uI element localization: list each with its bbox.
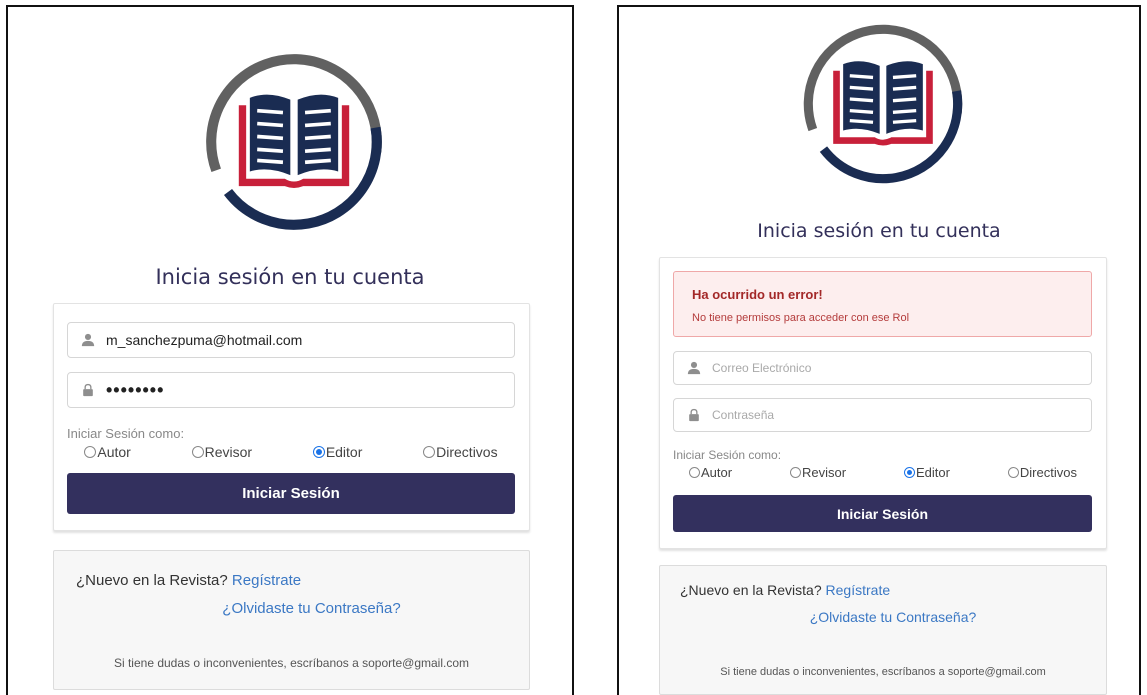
role-radio-revisor[interactable]: Revisor: [789, 464, 847, 480]
password-input[interactable]: ••••••••: [106, 380, 164, 401]
forgot-password-link[interactable]: ¿Olvidaste tu Contraseña?: [222, 600, 400, 617]
forgot-password-row: ¿Olvidaste tu Contraseña?: [660, 609, 1106, 625]
page-title: Inicia sesión en tu cuenta: [155, 265, 425, 289]
email-field[interactable]: [673, 351, 1092, 385]
role-option-label: Revisor: [204, 444, 253, 460]
role-radio-group: Autor Revisor Editor Directivos: [660, 464, 1106, 480]
role-radio-editor[interactable]: Editor: [904, 465, 950, 480]
email-field[interactable]: [67, 322, 515, 358]
role-radio-directivos[interactable]: Directivos: [1007, 464, 1077, 480]
role-option-label: Revisor: [801, 464, 847, 480]
page-title: Inicia sesión en tu cuenta: [757, 220, 1001, 242]
new-user-text: ¿Nuevo en la Revista?: [76, 572, 228, 589]
role-radio-autor[interactable]: Autor: [84, 444, 131, 460]
role-option-label: Editor: [325, 444, 363, 460]
role-option-label: Autor: [97, 444, 131, 460]
radio-circle[interactable]: [1007, 466, 1019, 478]
password-field[interactable]: ••••••••: [67, 372, 515, 408]
role-label: Iniciar Sesión como:: [67, 426, 185, 441]
radio-circle[interactable]: [688, 466, 700, 478]
forgot-password-link[interactable]: ¿Olvidaste tu Contraseña?: [810, 609, 977, 625]
lock-icon: [686, 407, 702, 423]
support-text: Si tiene dudas o inconvenientes, escríba…: [720, 666, 1046, 678]
role-radio-autor[interactable]: Autor: [688, 464, 733, 480]
radio-circle[interactable]: [789, 466, 801, 478]
role-radio-group: Autor Revisor Editor Directivos: [54, 443, 528, 461]
role-option-label: Editor: [916, 464, 950, 480]
register-prompt: ¿Nuevo en la Revista? Regístrate: [680, 582, 890, 598]
user-icon: [686, 360, 702, 376]
support-text: Si tiene dudas o inconvenientes, escríba…: [113, 656, 470, 670]
register-link[interactable]: Regístrate: [826, 582, 891, 598]
error-title: Ha ocurrido un error!: [692, 287, 823, 302]
forgot-password-row: ¿Olvidaste tu Contraseña?: [54, 600, 529, 617]
password-field[interactable]: [673, 398, 1092, 432]
login-panel-left: Inicia sesión en tu cuenta •••••••• Inic…: [6, 5, 574, 695]
radio-circle-selected[interactable]: [312, 446, 325, 458]
email-input[interactable]: [106, 323, 514, 357]
login-form: •••••••• Iniciar Sesión como: Autor Revi…: [53, 303, 530, 531]
radio-circle[interactable]: [191, 446, 204, 458]
radio-circle[interactable]: [423, 446, 436, 458]
login-button[interactable]: Iniciar Sesión: [673, 495, 1092, 532]
error-alert: Ha ocurrido un error! No tiene permisos …: [673, 271, 1092, 337]
email-input[interactable]: [712, 352, 1091, 384]
open-book-logo-icon: [800, 21, 966, 187]
login-button[interactable]: Iniciar Sesión: [67, 473, 515, 514]
footer-box: ¿Nuevo en la Revista? Regístrate ¿Olvida…: [659, 565, 1107, 695]
password-input[interactable]: [712, 399, 1091, 431]
register-link[interactable]: Regístrate: [232, 572, 301, 589]
lock-icon: [80, 382, 96, 398]
role-option-label: Directivos: [436, 444, 498, 460]
login-form: Ha ocurrido un error! No tiene permisos …: [659, 257, 1107, 549]
footer-box: ¿Nuevo en la Revista? Regístrate ¿Olvida…: [53, 550, 530, 690]
role-label: Iniciar Sesión como:: [673, 448, 782, 462]
user-icon: [80, 332, 96, 348]
radio-circle-selected[interactable]: [904, 466, 915, 478]
register-prompt: ¿Nuevo en la Revista? Regístrate: [76, 572, 301, 589]
role-radio-revisor[interactable]: Revisor: [191, 444, 253, 460]
new-user-text: ¿Nuevo en la Revista?: [680, 582, 822, 598]
role-radio-editor[interactable]: Editor: [312, 444, 363, 460]
error-message: No tiene permisos para acceder con ese R…: [692, 312, 910, 324]
open-book-logo-icon: [202, 50, 386, 234]
role-option-label: Autor: [700, 464, 733, 480]
role-radio-directivos[interactable]: Directivos: [423, 444, 498, 460]
role-option-label: Directivos: [1019, 464, 1077, 480]
radio-circle[interactable]: [84, 446, 97, 458]
login-panel-right: Inicia sesión en tu cuenta Ha ocurrido u…: [617, 5, 1141, 695]
